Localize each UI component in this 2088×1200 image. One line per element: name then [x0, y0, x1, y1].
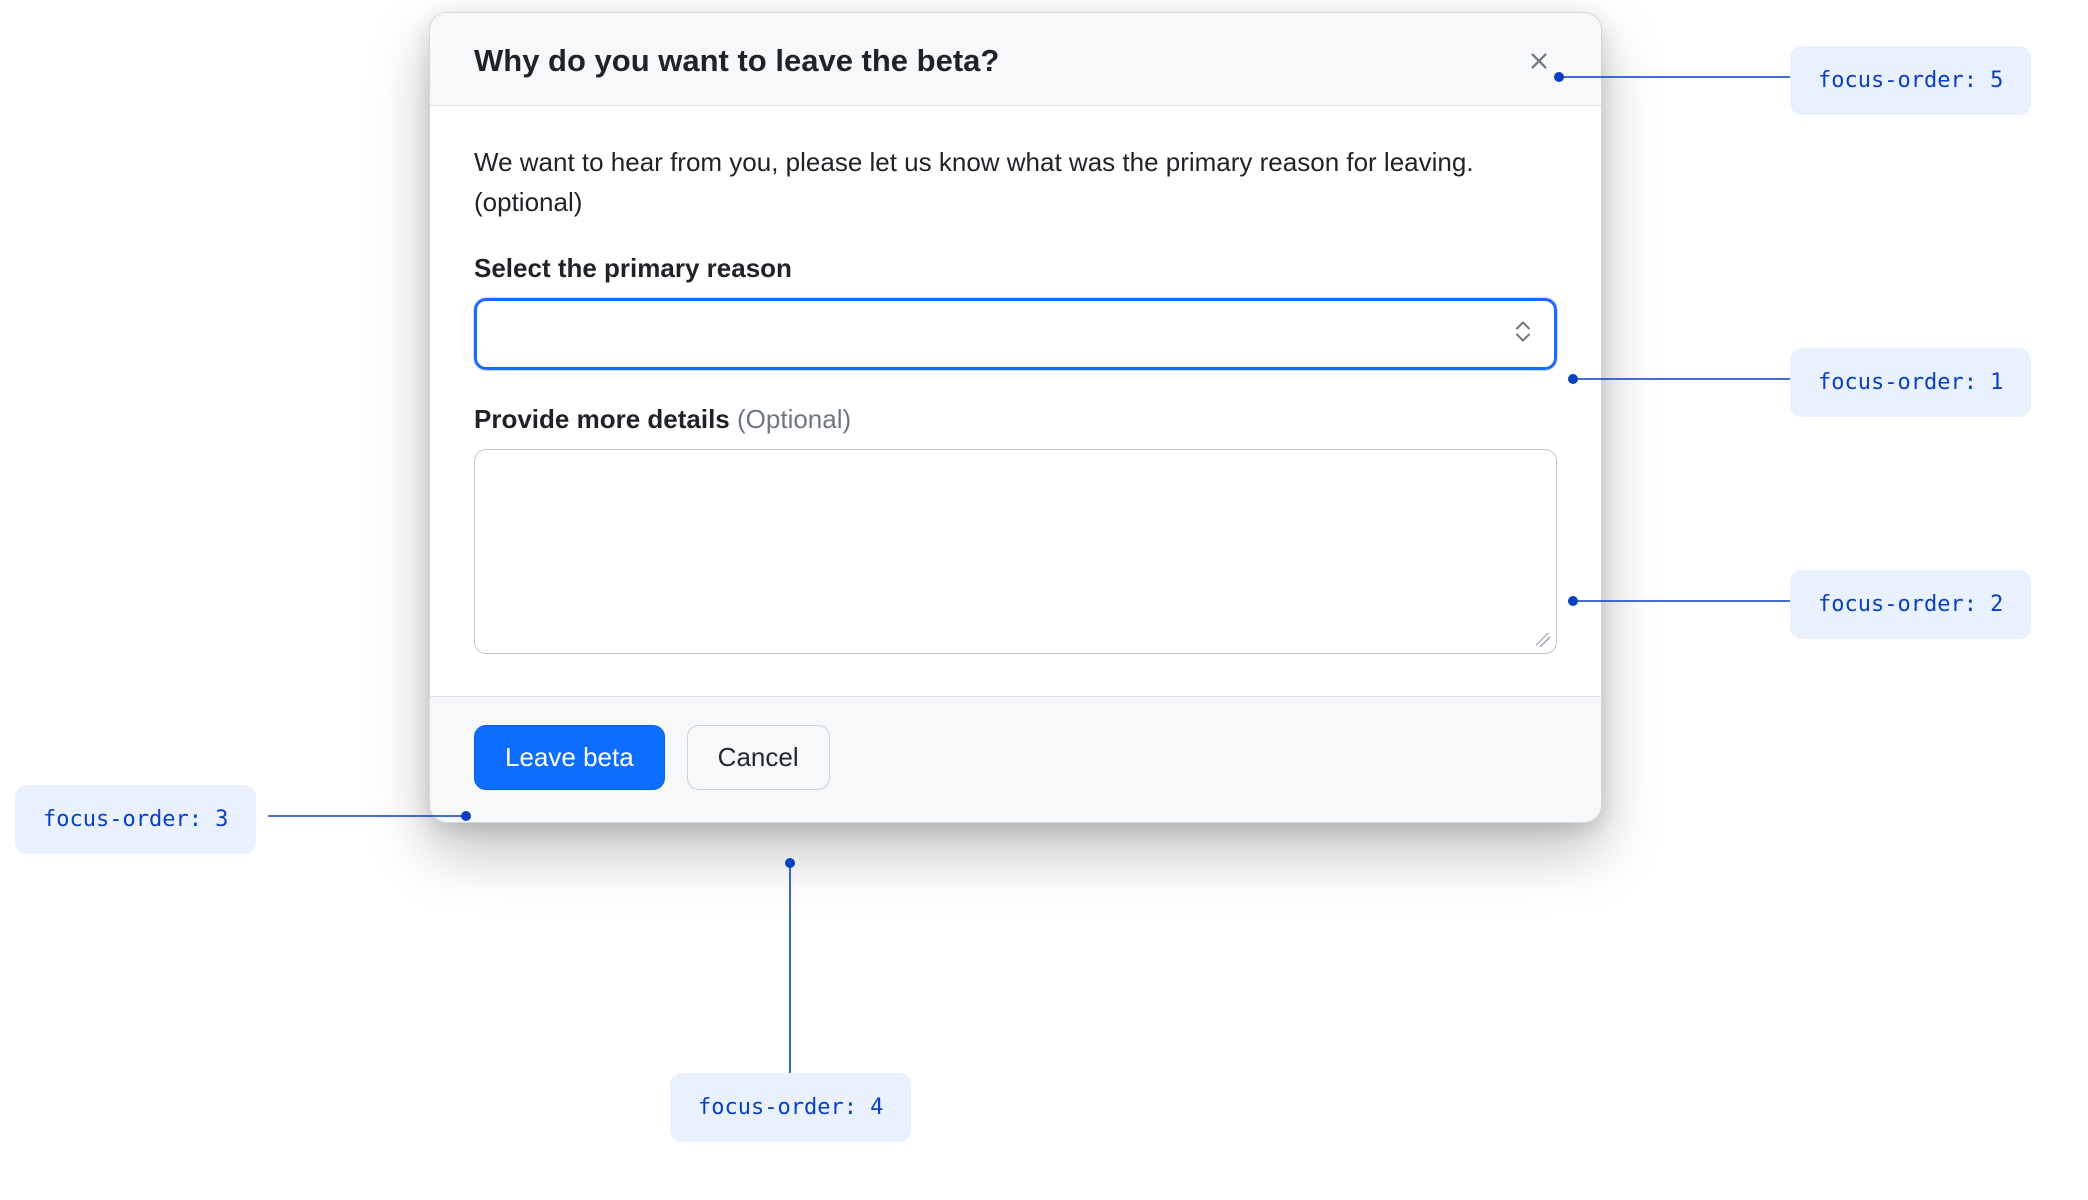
dialog-footer: Leave beta Cancel	[430, 696, 1601, 822]
select-chevron-icon	[1514, 319, 1532, 348]
primary-reason-label: Select the primary reason	[474, 253, 1557, 284]
close-icon	[1528, 50, 1550, 72]
dialog-intro: We want to hear from you, please let us …	[474, 142, 1557, 223]
dialog-header: Why do you want to leave the beta?	[430, 13, 1601, 106]
close-button[interactable]	[1521, 43, 1557, 79]
details-label: Provide more details (Optional)	[474, 404, 1557, 435]
annotation-2: focus-order: 2	[1790, 570, 2031, 639]
details-textarea[interactable]	[474, 449, 1557, 654]
artboard: Why do you want to leave the beta? We wa…	[0, 0, 2088, 1200]
dialog: Why do you want to leave the beta? We wa…	[429, 12, 1602, 823]
annotation-5: focus-order: 5	[1790, 46, 2031, 115]
dialog-body: We want to hear from you, please let us …	[430, 106, 1601, 696]
primary-reason-select[interactable]	[474, 298, 1557, 370]
details-label-text: Provide more details	[474, 404, 730, 434]
cancel-button[interactable]: Cancel	[687, 725, 830, 790]
annotation-3: focus-order: 3	[15, 785, 256, 854]
dialog-title: Why do you want to leave the beta?	[474, 43, 999, 79]
details-optional: (Optional)	[737, 404, 851, 434]
leave-beta-button[interactable]: Leave beta	[474, 725, 665, 790]
annotation-1: focus-order: 1	[1790, 348, 2031, 417]
annotation-4: focus-order: 4	[670, 1073, 911, 1142]
